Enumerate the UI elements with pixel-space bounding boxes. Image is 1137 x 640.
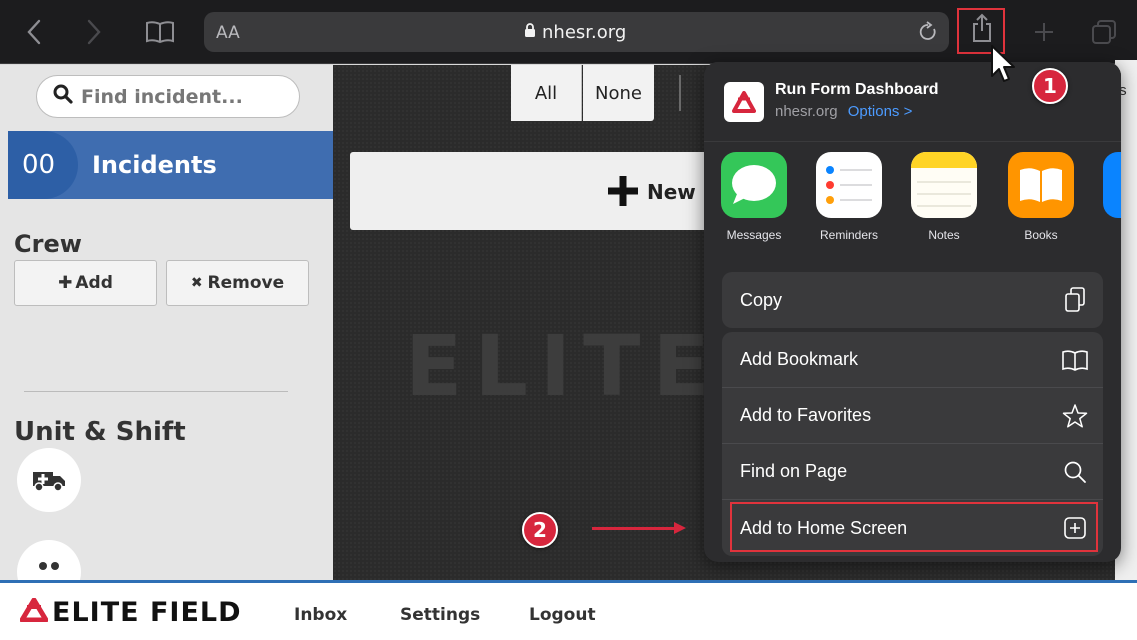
add-label: Add <box>75 273 113 293</box>
app-partial-icon <box>1103 152 1121 218</box>
elite-field-logo[interactable]: ELITE FIELD <box>19 597 242 628</box>
crew-group-button[interactable] <box>17 540 81 580</box>
search-icon <box>1061 458 1089 486</box>
plus-icon: ✚ <box>58 273 73 293</box>
address-bar[interactable]: AA nhesr.org <box>204 12 949 52</box>
add-to-home-screen-highlight <box>730 502 1098 552</box>
share-domain: nhesr.org <box>775 103 838 120</box>
elite-logo-icon <box>19 597 49 627</box>
reload-icon[interactable] <box>914 18 942 46</box>
search-icon <box>53 84 73 109</box>
reminders-icon <box>816 152 882 218</box>
app-messages[interactable]: Messages <box>714 152 794 242</box>
share-sheet: Run Form Dashboard nhesr.org Options > M… <box>704 62 1121 562</box>
action-label: Find on Page <box>740 461 848 481</box>
divider <box>24 391 288 392</box>
filter-all-button[interactable]: All <box>511 65 582 121</box>
step-2-callout: 2 <box>522 512 558 548</box>
app-name: Reminders <box>819 228 879 242</box>
url-display[interactable]: nhesr.org <box>524 22 626 43</box>
app-name: Notes <box>928 228 960 242</box>
ambulance-icon <box>31 464 67 497</box>
add-crew-button[interactable]: ✚ Add <box>14 260 157 306</box>
callout-arrow-line <box>592 527 676 530</box>
copy-group: Copy <box>722 272 1103 328</box>
incidents-tab[interactable]: 00 Incidents <box>8 131 333 199</box>
incident-search-input[interactable]: Find incident... <box>36 75 300 118</box>
star-icon <box>1061 402 1089 430</box>
action-label: Copy <box>740 289 783 310</box>
x-icon: ✖ <box>190 275 203 291</box>
bookmarks-icon[interactable] <box>144 18 176 46</box>
new-tab-icon[interactable] <box>1030 18 1058 46</box>
action-label: Add to Favorites <box>740 405 872 425</box>
app-name: Messages <box>726 228 782 242</box>
back-icon[interactable] <box>20 18 48 46</box>
text-size-button[interactable]: AA <box>216 23 240 43</box>
nav-inbox[interactable]: Inbox <box>294 605 347 625</box>
unit-shift-heading: Unit & Shift <box>14 417 186 447</box>
remove-label: Remove <box>207 273 285 293</box>
books-icon <box>1008 152 1074 218</box>
share-title: Run Form Dashboard <box>775 81 939 98</box>
copy-icon <box>1061 286 1089 314</box>
url-text: nhesr.org <box>542 22 627 43</box>
incidents-count-badge: 00 <box>8 131 78 199</box>
ambulance-button[interactable] <box>17 448 81 512</box>
incidents-label: Incidents <box>92 151 217 179</box>
app-books[interactable]: Books <box>1001 152 1081 242</box>
copy-action[interactable]: Copy <box>722 272 1103 328</box>
notes-icon <box>911 152 977 218</box>
nav-logout[interactable]: Logout <box>529 605 596 625</box>
step-1-callout: 1 <box>1032 68 1068 104</box>
app-reminders[interactable]: Reminders <box>809 152 889 242</box>
messages-icon <box>721 152 787 218</box>
app-more[interactable] <box>1096 152 1121 218</box>
logo-text: ELITE FIELD <box>52 597 242 628</box>
options-link[interactable]: Options > <box>848 103 913 120</box>
find-on-page-action[interactable]: Find on Page <box>722 444 1103 500</box>
share-apps-row: Messages Reminders Notes Books <box>704 144 1121 244</box>
browser-toolbar: AA nhesr.org <box>0 0 1137 64</box>
nav-settings[interactable]: Settings <box>400 605 480 625</box>
segment-divider <box>679 75 681 111</box>
app-name: Books <box>1024 228 1058 242</box>
callout-arrow-head <box>674 522 686 534</box>
app-bottom-bar: ELITE FIELD Inbox Settings Logout <box>0 580 1137 640</box>
crew-heading: Crew <box>14 230 82 258</box>
elite-watermark: ELITE <box>405 317 722 415</box>
new-incident-label: New I <box>647 180 711 204</box>
book-icon <box>1061 346 1089 374</box>
app-notes[interactable]: Notes <box>904 152 984 242</box>
forward-icon[interactable] <box>80 18 108 46</box>
filter-none-button[interactable]: None <box>583 65 654 121</box>
site-logo-icon <box>724 82 764 122</box>
people-icon <box>34 560 64 581</box>
remove-crew-button[interactable]: ✖ Remove <box>166 260 309 306</box>
action-label: Add Bookmark <box>740 349 859 369</box>
plus-icon <box>606 174 640 213</box>
share-subtitle: nhesr.org Options > <box>775 103 912 120</box>
add-to-favorites-action[interactable]: Add to Favorites <box>722 388 1103 444</box>
tabs-overview-icon[interactable] <box>1090 18 1118 46</box>
mouse-cursor-icon <box>990 44 1018 89</box>
search-placeholder: Find incident... <box>81 85 243 108</box>
lock-icon <box>524 22 536 43</box>
add-bookmark-action[interactable]: Add Bookmark <box>722 332 1103 388</box>
app-sidebar: Find incident... 00 Incidents Crew ✚ Add… <box>0 65 333 580</box>
